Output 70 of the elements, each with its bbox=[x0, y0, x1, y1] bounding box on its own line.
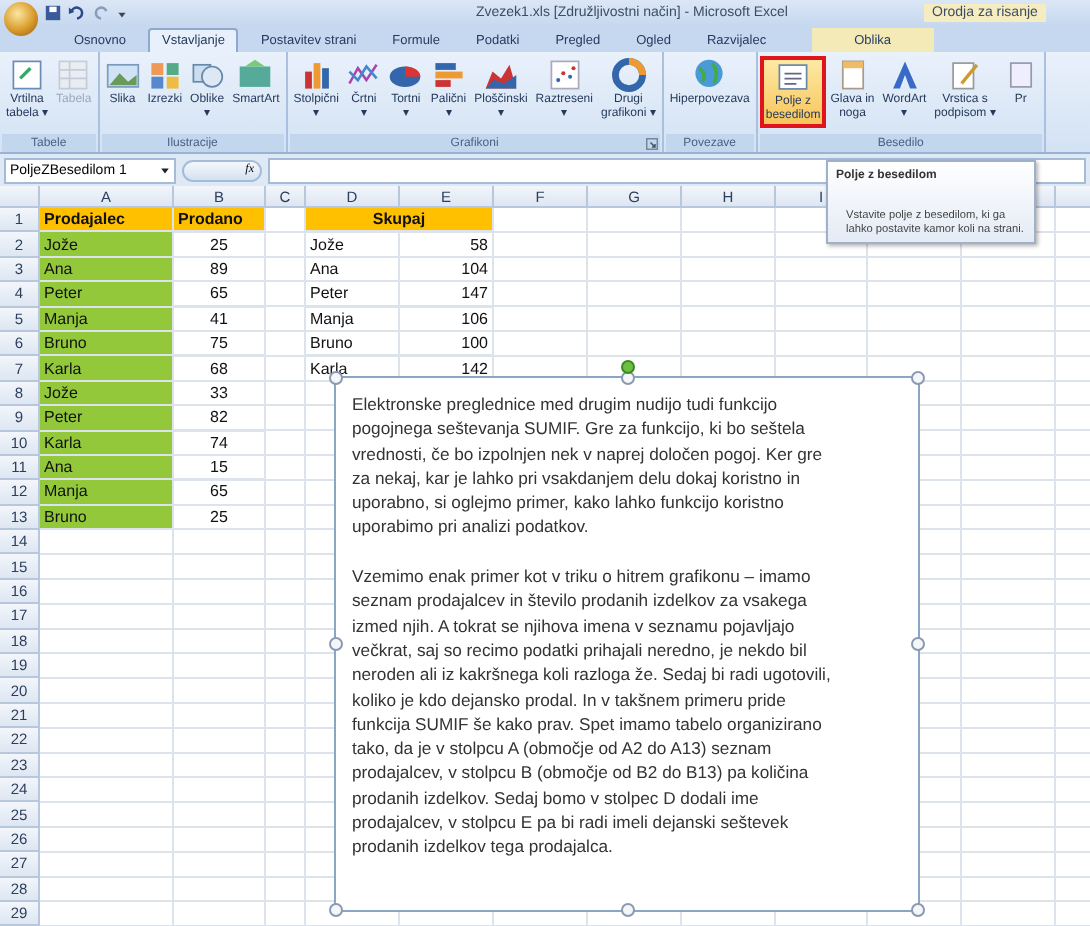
table-cell: 106 bbox=[400, 307, 494, 332]
resize-handle[interactable] bbox=[329, 637, 343, 651]
table-cell: Manja bbox=[306, 307, 400, 332]
clip-art-icon bbox=[147, 58, 182, 92]
smartart-icon bbox=[238, 58, 273, 92]
table-cell: Jože bbox=[40, 232, 174, 258]
resize-handle[interactable] bbox=[329, 371, 343, 385]
resize-handle[interactable] bbox=[329, 903, 343, 917]
table-cell: Manja bbox=[40, 480, 174, 506]
rotate-handle[interactable] bbox=[620, 360, 634, 374]
bar-chart-icon bbox=[431, 58, 466, 92]
shapes-icon bbox=[190, 58, 225, 92]
table-cell: Ana bbox=[306, 257, 400, 283]
table-cell: Prodano bbox=[174, 208, 266, 233]
table-cell: 65 bbox=[174, 480, 266, 506]
save-icon[interactable] bbox=[44, 4, 62, 22]
table-cell: 25 bbox=[174, 505, 266, 531]
resize-handle[interactable] bbox=[620, 371, 634, 385]
table-cell: Karla bbox=[40, 431, 174, 456]
table-cell: Prodajalec bbox=[40, 208, 174, 233]
table-cell: 100 bbox=[400, 331, 494, 357]
resize-handle[interactable] bbox=[911, 371, 925, 385]
dropdown-icon[interactable] bbox=[160, 165, 170, 175]
table-cell: Skupaj bbox=[306, 208, 494, 233]
table-cell: Ana bbox=[40, 257, 174, 283]
table-cell: Peter bbox=[40, 406, 174, 432]
table-cell: Ana bbox=[40, 455, 174, 481]
select-all-corner[interactable] bbox=[0, 186, 40, 208]
table-cell: 74 bbox=[174, 431, 266, 456]
table-cell: 41 bbox=[174, 307, 266, 332]
table-cell: 82 bbox=[174, 406, 266, 432]
paragraph: Elektronske preglednice med drugim nudijo tudi funkcijo pogojnega seštevanja SUMIF. Gre za funkcijo, ki bo seštela vrednosti, če bo izpolnjen nek v naprej določen pogoj. Ker gre za nekaj, kar je lahko pri vsakdanjem delu dokaj koristno in uporabno, si oglejmo primer, kako lahko funkcijo koristno uporabimo pri analizi podatkov. bbox=[352, 392, 825, 540]
table-cell: 65 bbox=[174, 282, 266, 308]
table-cell: 104 bbox=[400, 257, 494, 283]
resize-handle[interactable] bbox=[620, 903, 634, 917]
table-cell: Peter bbox=[40, 282, 174, 308]
paragraph: Vzemimo enak primer kot v triku o hitrem grafikonu – imamo seznam prodajalcev in število prodanih izdelkov za vsakega izmed njih. A tokrat se njihova imena v seznamu pojavljajo večkrat, saj so recimo podatki prihajali neredno, je nekdo bil neroden ali iz kakršnega koli razloga že. Sedaj bi radi ugotovili, koliko je kdo dejansko prodal. In v takšnem primeru pride funkcija SUMIF še kako prav. Spet imamo tabelo organizirano tako, da je v stolpcu A (območje od A2 do A13) seznam prodajalcev, v stolpcu B (območje od B2 do B13) pa količina prodanih izdelkov. Sedaj bomo v stolpec D dodali ime prodajalcev, v stolpcu E pa bi radi imeli dejanski seštevek prodanih izdelkov tega prodajalca. bbox=[352, 564, 833, 860]
table-cell: Peter bbox=[306, 282, 400, 308]
table-cell: 75 bbox=[174, 331, 266, 357]
picture-icon bbox=[105, 58, 140, 92]
table-cell: 89 bbox=[174, 257, 266, 283]
scatter-chart-icon bbox=[547, 58, 582, 92]
resize-handle[interactable] bbox=[911, 637, 925, 651]
table-cell: 58 bbox=[400, 232, 494, 258]
table-cell: 15 bbox=[174, 455, 266, 481]
table-icon bbox=[56, 58, 91, 92]
table-cell: Manja bbox=[40, 307, 174, 332]
dialog-launcher-icon[interactable] bbox=[645, 137, 658, 149]
resize-handle[interactable] bbox=[911, 903, 925, 917]
donut-chart-icon bbox=[611, 58, 646, 92]
pivot-table-icon bbox=[10, 58, 44, 92]
table-cell: Bruno bbox=[306, 331, 400, 357]
table-cell: 25 bbox=[174, 232, 266, 258]
table-cell: Bruno bbox=[40, 505, 174, 531]
table-cell: 68 bbox=[174, 356, 266, 382]
dropdown-icon[interactable] bbox=[116, 7, 128, 19]
undo-icon[interactable] bbox=[68, 4, 86, 22]
globe-icon bbox=[692, 58, 727, 92]
wordart-icon bbox=[887, 58, 922, 92]
table-cell: Jože bbox=[40, 381, 174, 407]
redo-icon[interactable] bbox=[92, 4, 110, 22]
table-cell: Bruno bbox=[40, 331, 174, 357]
table-cell: 147 bbox=[400, 282, 494, 308]
signature-pen-icon bbox=[948, 58, 982, 92]
table-cell: 33 bbox=[174, 381, 266, 407]
table-cell: Karla bbox=[40, 356, 174, 382]
table-cell: Jože bbox=[306, 232, 400, 258]
column-header[interactable] bbox=[1056, 186, 1090, 208]
column-chart-icon bbox=[299, 58, 334, 92]
text-box-icon bbox=[776, 60, 811, 94]
